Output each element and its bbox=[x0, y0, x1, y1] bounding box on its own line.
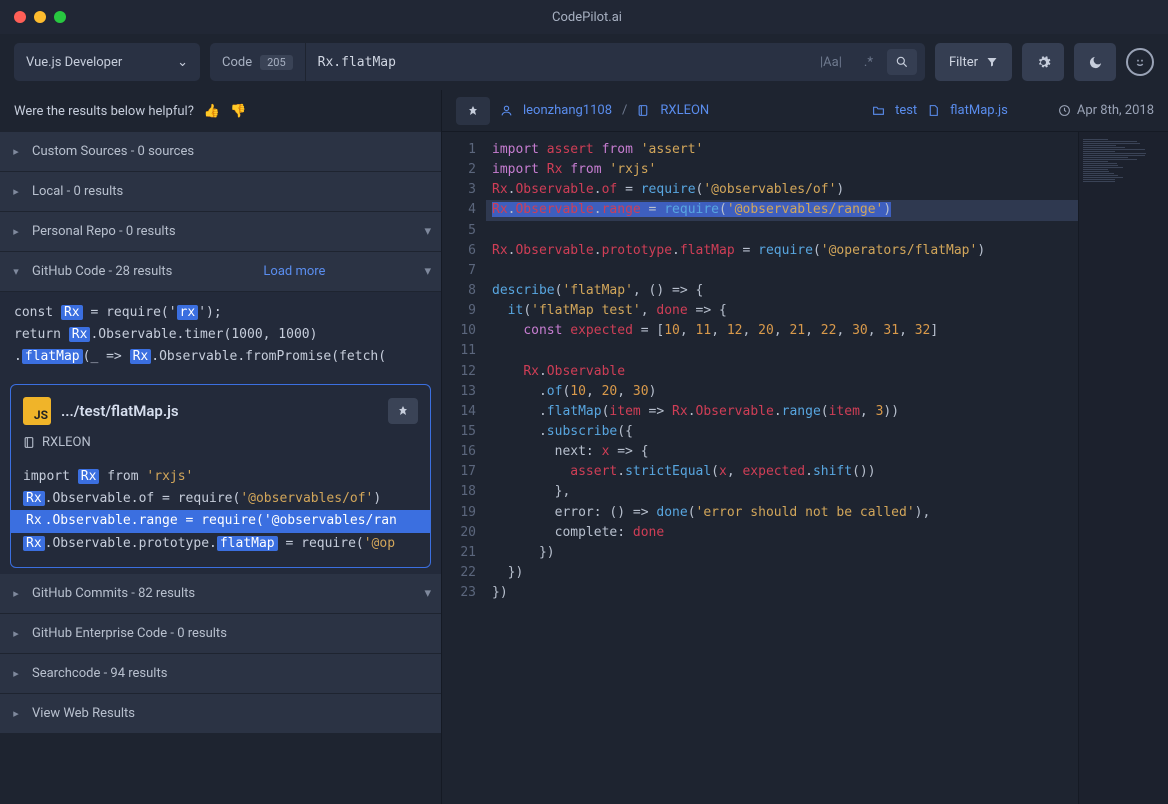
minimize-window-icon[interactable] bbox=[34, 11, 46, 23]
folder-link[interactable]: test bbox=[895, 103, 917, 118]
search-input[interactable] bbox=[306, 43, 812, 81]
smile-icon bbox=[1132, 54, 1148, 70]
sidebar: Were the results below helpful? 👍 👎 ▸ Cu… bbox=[0, 90, 441, 804]
chevron-right-icon: ▸ bbox=[10, 185, 22, 198]
line-gutter: 1234567891011121314151617181920212223 bbox=[442, 132, 486, 804]
funnel-icon[interactable]: ▾ bbox=[424, 264, 431, 279]
file-icon bbox=[927, 104, 940, 117]
section-label: View Web Results bbox=[32, 706, 135, 721]
result-snippet[interactable]: const Rx = require('rx'); return Rx.Obse… bbox=[0, 292, 441, 378]
result-card-active[interactable]: JS .../test/flatMap.js RXLEON import Rx … bbox=[10, 384, 431, 567]
filter-label: Filter bbox=[949, 55, 978, 70]
section-custom-sources[interactable]: ▸ Custom Sources - 0 sources bbox=[0, 132, 441, 172]
section-view-web[interactable]: ▸ View Web Results bbox=[0, 694, 441, 734]
section-label: GitHub Code - 28 results bbox=[32, 264, 172, 279]
settings-button[interactable] bbox=[1022, 43, 1064, 81]
theme-button[interactable] bbox=[1074, 43, 1116, 81]
chevron-right-icon: ▸ bbox=[10, 225, 22, 238]
chevron-right-icon: ▸ bbox=[10, 627, 22, 640]
pin-tab-button[interactable] bbox=[456, 97, 490, 125]
funnel-icon bbox=[986, 56, 998, 68]
viewer-header: leonzhang1108 / RXLEON test flatMap.js A… bbox=[442, 90, 1168, 132]
thumbs-down-icon[interactable]: 👎 bbox=[230, 104, 246, 119]
pin-icon bbox=[397, 405, 409, 417]
clock-icon bbox=[1058, 104, 1071, 117]
section-label: GitHub Commits - 82 results bbox=[32, 586, 195, 601]
filter-button[interactable]: Filter bbox=[935, 43, 1012, 81]
code-content[interactable]: import assert from 'assert' import Rx fr… bbox=[486, 132, 1078, 804]
chevron-right-icon: ▸ bbox=[10, 587, 22, 600]
chevron-right-icon: ▸ bbox=[10, 145, 22, 158]
repo-icon bbox=[637, 104, 650, 117]
load-more-link[interactable]: Load more bbox=[263, 264, 325, 279]
user-link[interactable]: leonzhang1108 bbox=[523, 103, 612, 118]
profile-label: Vue.js Developer bbox=[26, 55, 122, 70]
section-label: Local - 0 results bbox=[32, 184, 123, 199]
profile-selector[interactable]: Vue.js Developer ⌄ bbox=[14, 43, 200, 81]
regex-toggle[interactable]: .* bbox=[856, 49, 881, 76]
section-personal-repo[interactable]: ▸ Personal Repo - 0 results ▾ bbox=[0, 212, 441, 252]
repo-link[interactable]: RXLEON bbox=[660, 103, 709, 118]
section-local[interactable]: ▸ Local - 0 results bbox=[0, 172, 441, 212]
repo-icon bbox=[23, 436, 36, 449]
chevron-down-icon: ⌄ bbox=[177, 55, 188, 70]
section-github-commits[interactable]: ▸ GitHub Commits - 82 results ▾ bbox=[0, 574, 441, 614]
user-icon bbox=[500, 104, 513, 117]
thumbs-up-icon[interactable]: 👍 bbox=[204, 104, 220, 119]
repo-name: RXLEON bbox=[42, 435, 91, 450]
section-searchcode[interactable]: ▸ Searchcode - 94 results bbox=[0, 654, 441, 694]
app-title: CodePilot.ai bbox=[66, 10, 1108, 25]
section-enterprise[interactable]: ▸ GitHub Enterprise Code - 0 results bbox=[0, 614, 441, 654]
js-file-icon: JS bbox=[23, 397, 51, 425]
search-scope-pill[interactable]: Code 205 bbox=[210, 43, 306, 81]
titlebar: CodePilot.ai bbox=[0, 0, 1168, 34]
search-button[interactable] bbox=[887, 49, 917, 75]
chevron-right-icon: ▸ bbox=[10, 707, 22, 720]
result-list: const Rx = require('rx'); return Rx.Obse… bbox=[0, 292, 441, 574]
section-github-code[interactable]: ▾ GitHub Code - 28 results Load more ▾ bbox=[0, 252, 441, 292]
chevron-right-icon: ▸ bbox=[10, 667, 22, 680]
minimap[interactable] bbox=[1078, 132, 1168, 804]
scope-count: 205 bbox=[260, 55, 293, 70]
pin-icon bbox=[467, 105, 479, 117]
search-box: Code 205 |Aa| .* bbox=[210, 43, 925, 81]
section-label: Custom Sources - 0 sources bbox=[32, 144, 194, 159]
gear-icon bbox=[1036, 55, 1051, 70]
toolbar: Vue.js Developer ⌄ Code 205 |Aa| .* Filt… bbox=[0, 34, 1168, 90]
result-path: .../test/flatMap.js bbox=[61, 402, 378, 420]
scope-label: Code bbox=[222, 55, 252, 70]
file-link[interactable]: flatMap.js bbox=[950, 103, 1008, 118]
section-label: Personal Repo - 0 results bbox=[32, 224, 176, 239]
pin-button[interactable] bbox=[388, 398, 418, 424]
folder-icon bbox=[872, 104, 885, 117]
section-label: GitHub Enterprise Code - 0 results bbox=[32, 626, 227, 641]
feedback-button[interactable] bbox=[1126, 48, 1154, 76]
maximize-window-icon[interactable] bbox=[54, 11, 66, 23]
case-sensitive-toggle[interactable]: |Aa| bbox=[812, 49, 850, 76]
feedback-text: Were the results below helpful? bbox=[14, 104, 194, 119]
feedback-bar: Were the results below helpful? 👍 👎 bbox=[0, 90, 441, 132]
moon-icon bbox=[1088, 55, 1103, 70]
file-date: Apr 8th, 2018 bbox=[1058, 103, 1154, 118]
card-snippet: import Rx from 'rxjs' Rx.Observable.of =… bbox=[11, 460, 430, 566]
funnel-icon[interactable]: ▾ bbox=[424, 224, 431, 239]
code-viewer: leonzhang1108 / RXLEON test flatMap.js A… bbox=[441, 90, 1168, 804]
close-window-icon[interactable] bbox=[14, 11, 26, 23]
chevron-down-icon: ▾ bbox=[10, 265, 22, 278]
section-label: Searchcode - 94 results bbox=[32, 666, 167, 681]
funnel-icon[interactable]: ▾ bbox=[424, 586, 431, 601]
